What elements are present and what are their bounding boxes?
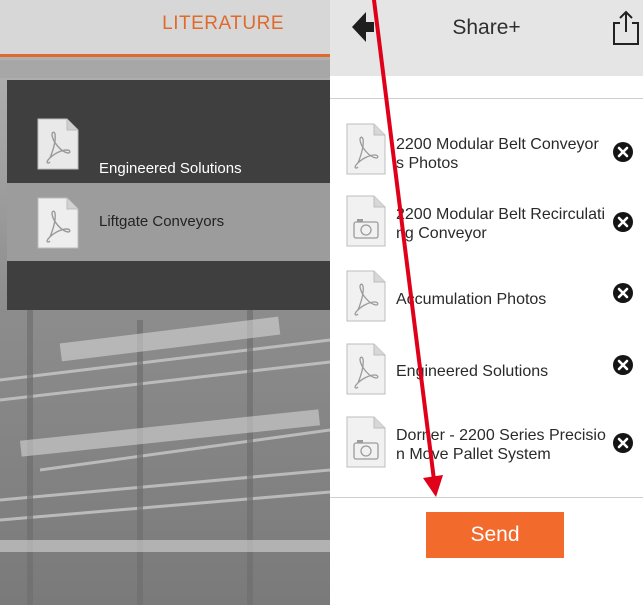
remove-x-icon[interactable] xyxy=(612,141,634,168)
share-header: Share+ xyxy=(330,0,643,76)
literature-item-liftgate-conveyors[interactable]: Liftgate Conveyors xyxy=(7,183,330,261)
literature-header: LITERATURE xyxy=(0,0,330,55)
literature-panel: LITERATURE Engineered Solutions Liftgate… xyxy=(0,0,330,605)
share-panel: Share+ 2200 Modular Belt Conveyors Photo… xyxy=(330,0,643,605)
pdf-icon xyxy=(37,118,79,175)
share-item-name: Dorner - 2200 Series Precision Move Pall… xyxy=(396,427,606,463)
share-item[interactable]: Dorner - 2200 Series Precision Move Pall… xyxy=(330,406,643,480)
remove-x-icon[interactable] xyxy=(612,432,634,459)
literature-item-label: Engineered Solutions xyxy=(99,160,242,177)
share-title: Share+ xyxy=(452,16,521,39)
literature-item-engineered-solutions[interactable]: Engineered Solutions xyxy=(7,104,330,182)
share-item-name: 2200 Modular Belt Recirculating Conveyor xyxy=(396,206,605,242)
share-export-icon[interactable] xyxy=(611,10,641,46)
share-item[interactable]: 2200 Modular Belt Conveyors Photos xyxy=(330,113,643,187)
pdf-icon xyxy=(37,197,79,254)
pdf-icon xyxy=(346,123,386,180)
remove-x-icon[interactable] xyxy=(612,211,634,238)
share-item[interactable]: 2200 Modular Belt Recirculating Conveyor xyxy=(330,185,643,259)
pdf-icon xyxy=(346,343,386,400)
remove-x-icon[interactable] xyxy=(612,282,634,309)
send-button[interactable]: Send xyxy=(426,512,564,558)
remove-x-icon[interactable] xyxy=(612,354,634,381)
share-item[interactable]: Engineered Solutions xyxy=(330,333,643,407)
literature-title: LITERATURE xyxy=(162,13,284,34)
share-item-name: Accumulation Photos xyxy=(396,291,547,308)
photo-icon xyxy=(346,195,386,252)
share-item-name: 2200 Modular Belt Conveyors Photos xyxy=(396,136,599,172)
pdf-icon xyxy=(346,270,386,327)
share-item-name: Engineered Solutions xyxy=(396,363,549,380)
header-underline xyxy=(0,54,330,57)
share-item[interactable]: Accumulation Photos xyxy=(330,260,643,334)
literature-list: Engineered Solutions Liftgate Conveyors xyxy=(7,80,330,310)
literature-item-label: Liftgate Conveyors xyxy=(99,213,225,230)
photo-icon xyxy=(346,416,386,473)
share-list: 2200 Modular Belt Conveyors Photos 2200 … xyxy=(330,98,643,498)
